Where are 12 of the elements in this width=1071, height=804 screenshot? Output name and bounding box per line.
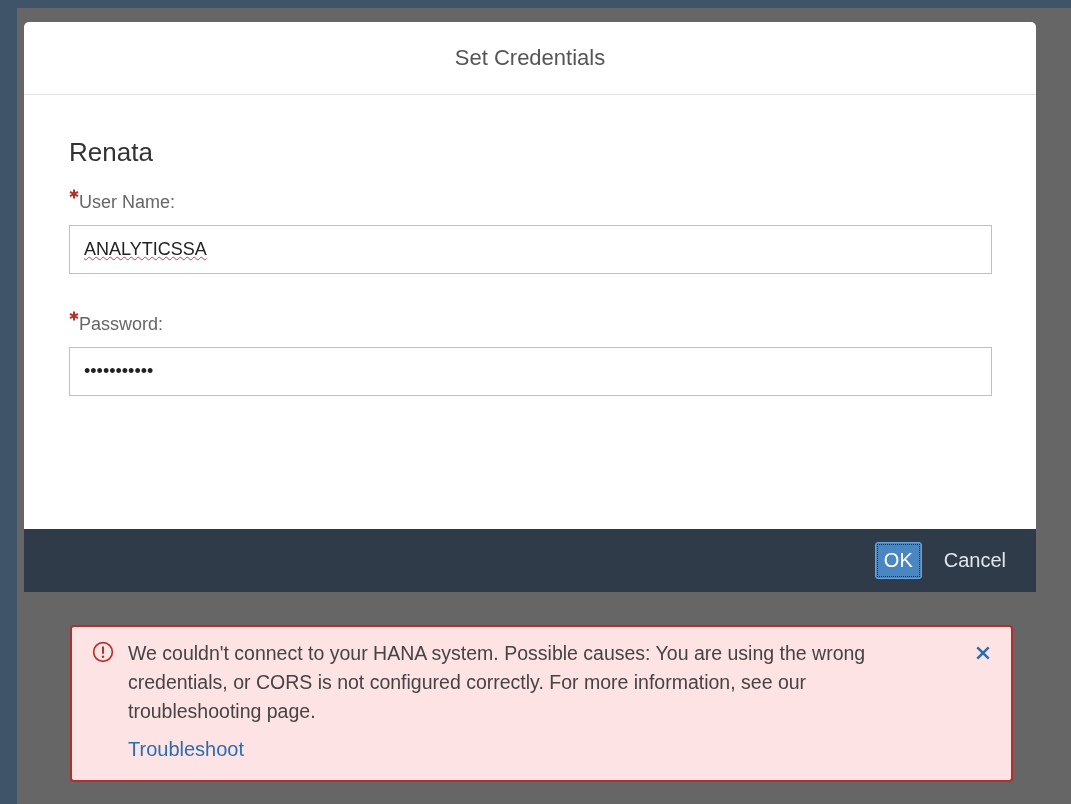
system-name: Renata [69, 137, 154, 168]
cancel-button[interactable]: Cancel [935, 543, 1014, 578]
error-text: We couldn't connect to your HANA system. Possible causes: You are using the wrong credentials, or CORS is not configured correctly. For more information, see our troubleshooting page. [128, 641, 867, 724]
close-icon[interactable] [975, 645, 991, 661]
ok-button[interactable]: OK [874, 542, 922, 579]
input-field[interactable]: ••••••••••• [69, 347, 992, 396]
input-field[interactable]: ANALYTICSSA [69, 225, 992, 274]
troubleshoot-link[interactable]: Troubleshoot [128, 738, 244, 761]
field-label: Password: [79, 314, 164, 335]
exclamation-icon [92, 641, 114, 663]
dialog-title: Set Credentials [454, 45, 606, 71]
field-label: User Name: [79, 192, 176, 213]
